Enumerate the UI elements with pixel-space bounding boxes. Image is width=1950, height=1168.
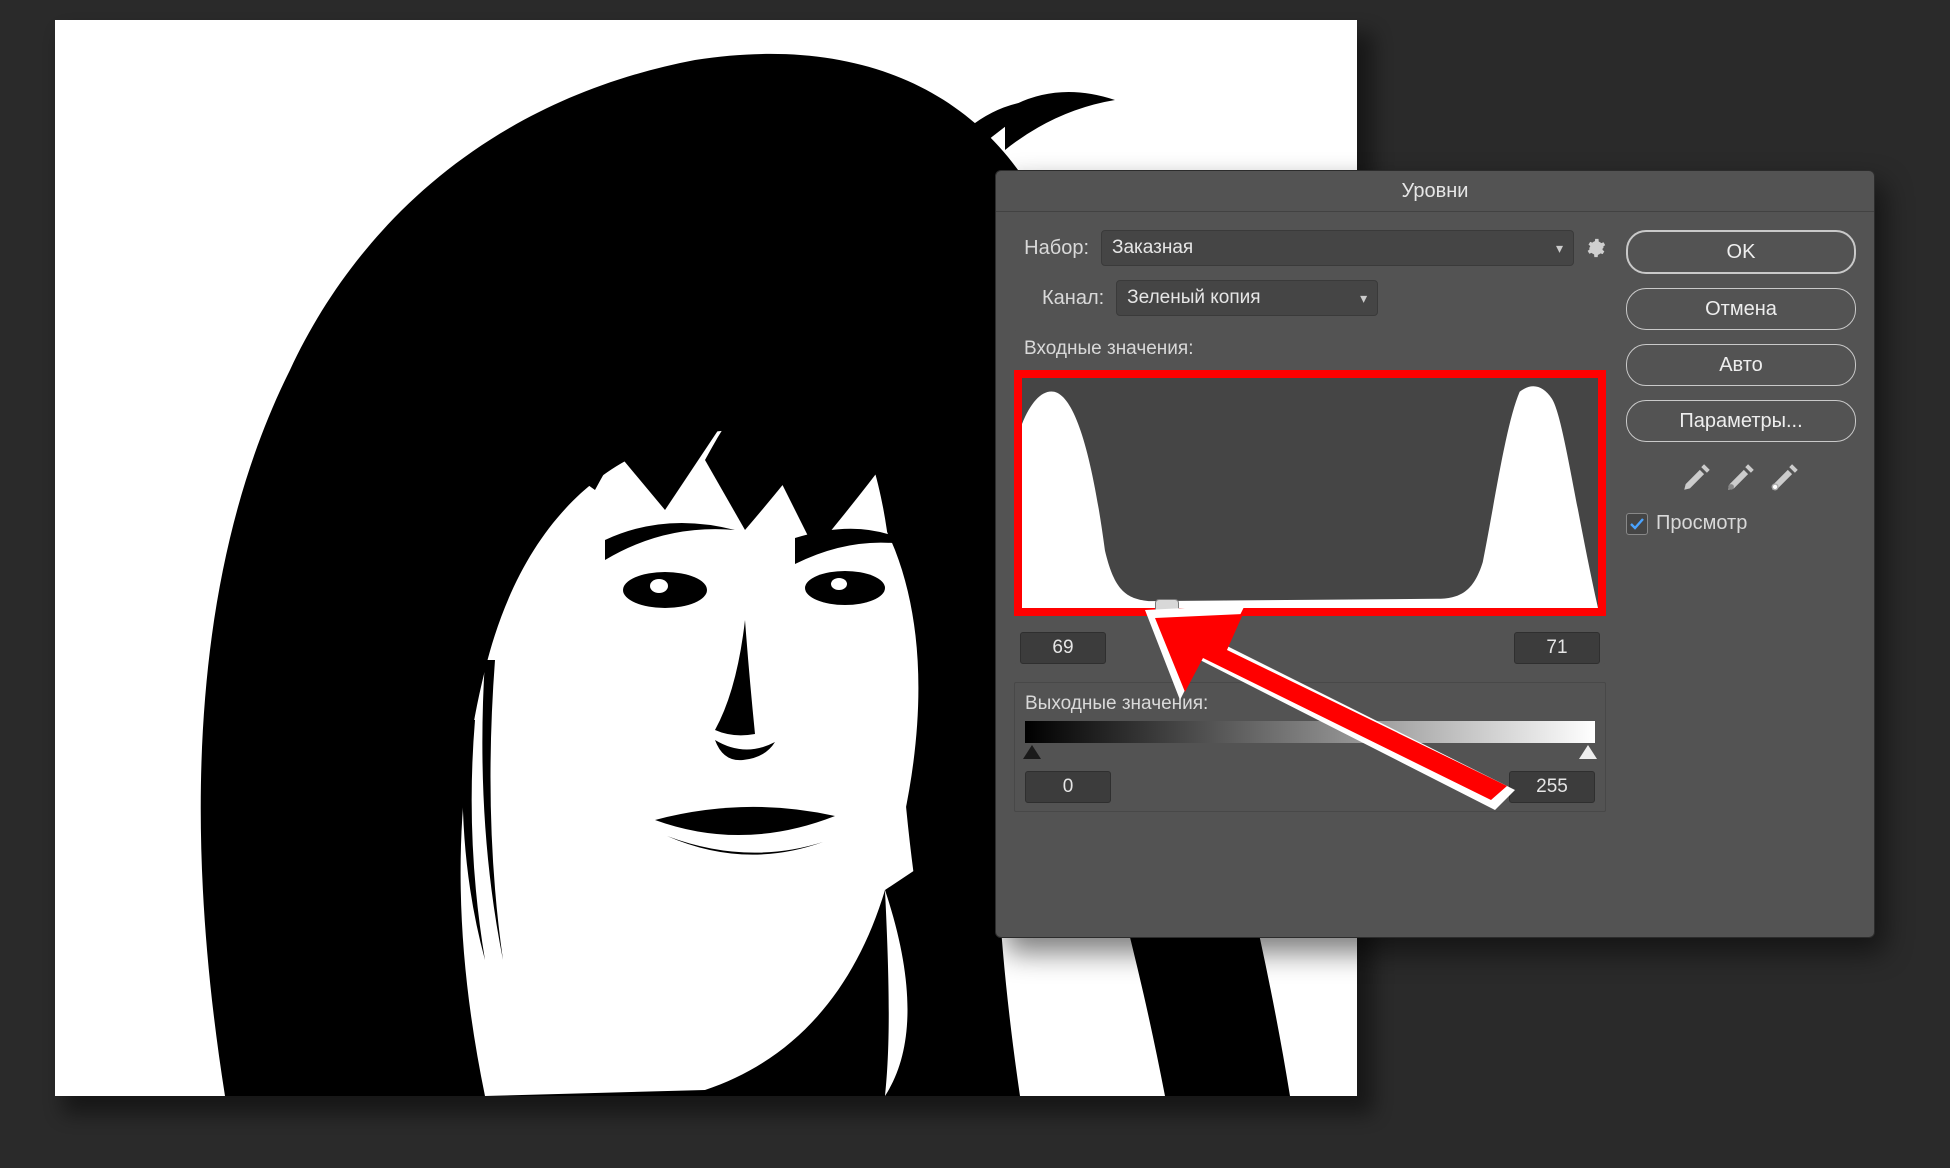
input-white-value[interactable]: 71 bbox=[1514, 632, 1600, 664]
auto-button[interactable]: Авто bbox=[1626, 344, 1856, 386]
eyedropper-black-icon[interactable] bbox=[1680, 460, 1714, 494]
gamma-slider[interactable] bbox=[1155, 599, 1179, 619]
eyedropper-gray-icon[interactable] bbox=[1724, 460, 1758, 494]
output-black-slider[interactable] bbox=[1023, 745, 1041, 759]
preset-value: Заказная bbox=[1112, 237, 1193, 259]
chevron-down-icon: ▾ bbox=[1360, 290, 1367, 307]
output-black-value[interactable]: 0 bbox=[1025, 771, 1111, 803]
ok-button[interactable]: OK bbox=[1626, 230, 1856, 274]
histogram[interactable] bbox=[1014, 370, 1606, 616]
channel-value: Зеленый копия bbox=[1127, 287, 1260, 309]
preset-select[interactable]: Заказная ▾ bbox=[1101, 230, 1574, 266]
preview-checkbox[interactable] bbox=[1626, 513, 1648, 535]
channel-label: Канал: bbox=[1042, 287, 1104, 310]
preset-label: Набор: bbox=[1014, 237, 1089, 260]
options-button[interactable]: Параметры... bbox=[1626, 400, 1856, 442]
output-levels-label: Выходные значения: bbox=[1025, 693, 1595, 715]
cancel-button[interactable]: Отмена bbox=[1626, 288, 1856, 330]
output-white-value[interactable]: 255 bbox=[1509, 771, 1595, 803]
output-gradient[interactable] bbox=[1025, 721, 1595, 743]
input-black-value[interactable]: 69 bbox=[1020, 632, 1106, 664]
dialog-title: Уровни bbox=[996, 171, 1874, 212]
output-white-slider[interactable] bbox=[1579, 745, 1597, 759]
gear-icon[interactable] bbox=[1586, 238, 1606, 258]
input-levels-label: Входные значения: bbox=[1014, 330, 1606, 364]
levels-dialog: Уровни Набор: Заказная ▾ Канал: bbox=[995, 170, 1875, 938]
chevron-down-icon: ▾ bbox=[1556, 240, 1563, 257]
preview-label: Просмотр bbox=[1656, 512, 1747, 535]
histogram-graph bbox=[1022, 378, 1598, 608]
eyedropper-white-icon[interactable] bbox=[1768, 460, 1802, 494]
channel-select[interactable]: Зеленый копия ▾ bbox=[1116, 280, 1378, 316]
